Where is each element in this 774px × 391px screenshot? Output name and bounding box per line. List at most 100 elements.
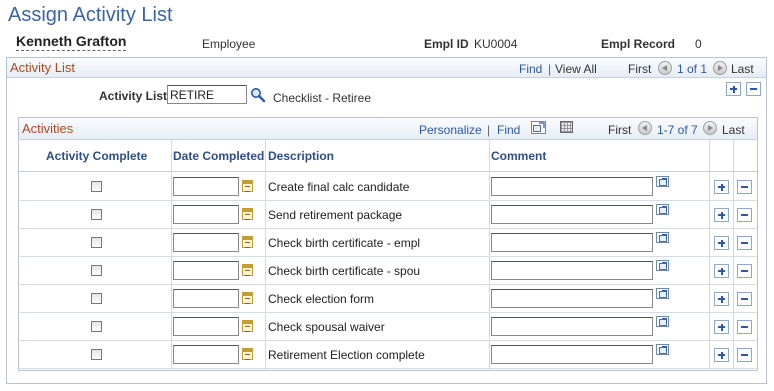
table-row: Check spousal waiver xyxy=(19,313,757,341)
add-row-icon[interactable] xyxy=(714,348,729,362)
activity-list-find-link[interactable]: Find xyxy=(519,62,542,76)
employee-role: Employee xyxy=(202,37,256,51)
activity-list-header-bar: Activity List Find | View All First 1 of… xyxy=(7,58,766,78)
date-completed-input[interactable] xyxy=(173,233,239,252)
comment-input[interactable] xyxy=(491,289,653,308)
magnifier-icon[interactable] xyxy=(250,87,266,103)
expand-comment-icon[interactable] xyxy=(656,316,669,327)
col-header-activity-complete: Activity Complete xyxy=(46,149,148,163)
table-row: Send retirement package xyxy=(19,201,757,229)
calendar-icon[interactable] xyxy=(242,292,253,304)
employee-name: Kenneth Grafton xyxy=(16,33,127,51)
activity-complete-checkbox[interactable] xyxy=(91,209,102,220)
delete-row-icon[interactable] xyxy=(737,180,752,194)
expand-comment-icon[interactable] xyxy=(656,260,669,271)
delete-row-icon[interactable] xyxy=(737,292,752,306)
activity-description: Check birth certificate - spou xyxy=(268,264,421,278)
table-row: Retirement Election complete xyxy=(19,341,757,369)
date-completed-input[interactable] xyxy=(173,261,239,280)
activity-list-last: Last xyxy=(731,62,754,76)
comment-input[interactable] xyxy=(491,205,653,224)
activity-description: Send retirement package xyxy=(268,208,403,222)
expand-comment-icon[interactable] xyxy=(656,232,669,243)
comment-input[interactable] xyxy=(491,261,653,280)
add-row-icon[interactable] xyxy=(714,180,729,194)
date-completed-input[interactable] xyxy=(173,345,239,364)
add-row-icon[interactable] xyxy=(714,264,729,278)
delete-row-icon[interactable] xyxy=(737,320,752,334)
activity-description: Create final calc candidate xyxy=(268,180,410,194)
activity-list-input[interactable] xyxy=(167,85,247,104)
table-row: Check election form xyxy=(19,285,757,313)
activity-complete-checkbox[interactable] xyxy=(91,349,102,360)
expand-comment-icon[interactable] xyxy=(656,288,669,299)
date-completed-input[interactable] xyxy=(173,289,239,308)
grid-icon[interactable] xyxy=(560,121,573,133)
delete-row-icon[interactable] xyxy=(737,208,752,222)
previous-row-icon xyxy=(638,121,652,135)
calendar-icon[interactable] xyxy=(242,236,253,248)
activities-grid: Activities Personalize | Find First 1-7 … xyxy=(18,117,758,371)
activity-list-description: Checklist - Retiree xyxy=(273,91,372,105)
activity-list-count: 1 of 1 xyxy=(677,62,708,76)
expand-comment-icon[interactable] xyxy=(656,344,669,355)
date-completed-input[interactable] xyxy=(173,317,239,336)
activity-complete-checkbox[interactable] xyxy=(91,181,102,192)
activities-find-link[interactable]: Find xyxy=(497,123,520,137)
expand-comment-icon[interactable] xyxy=(656,176,669,187)
date-completed-input[interactable] xyxy=(173,205,239,224)
activity-description: Check birth certificate - empl xyxy=(268,236,421,250)
calendar-icon[interactable] xyxy=(242,348,253,360)
calendar-icon[interactable] xyxy=(242,208,253,220)
date-completed-input[interactable] xyxy=(173,177,239,196)
next-row-icon xyxy=(713,61,727,75)
comment-input[interactable] xyxy=(491,233,653,252)
activity-description: Check election form xyxy=(268,292,375,306)
table-row: Check birth certificate - empl xyxy=(19,229,757,257)
add-row-icon[interactable] xyxy=(714,208,729,222)
table-row: Create final calc candidate xyxy=(19,173,757,201)
activities-title: Activities xyxy=(22,121,74,136)
activities-first: First xyxy=(608,123,632,137)
previous-row-icon xyxy=(658,61,672,75)
delete-row-icon[interactable] xyxy=(746,82,761,96)
comment-input[interactable] xyxy=(491,177,653,196)
nav-separator: | xyxy=(487,123,491,137)
activities-last: Last xyxy=(722,123,745,137)
personalize-link[interactable]: Personalize xyxy=(419,123,482,137)
table-row: Check birth certificate - spou xyxy=(19,257,757,285)
activity-list-view-all: View All xyxy=(555,62,597,76)
activity-complete-checkbox[interactable] xyxy=(91,237,102,248)
col-header-comment: Comment xyxy=(491,149,547,163)
zoom-icon[interactable] xyxy=(531,121,546,134)
activities-header-bar: Activities Personalize | Find First 1-7 … xyxy=(19,118,757,140)
delete-row-icon[interactable] xyxy=(737,236,752,250)
comment-input[interactable] xyxy=(491,317,653,336)
activity-complete-checkbox[interactable] xyxy=(91,293,102,304)
page-title: Assign Activity List xyxy=(8,4,173,26)
next-row-icon xyxy=(703,121,717,135)
col-header-description: Description xyxy=(268,149,335,163)
add-row-icon[interactable] xyxy=(726,82,741,96)
activities-count: 1-7 of 7 xyxy=(657,123,698,137)
column-header-row: Activity Complete Date Completed Descrip… xyxy=(19,140,757,172)
calendar-icon[interactable] xyxy=(242,264,253,276)
calendar-icon[interactable] xyxy=(242,180,253,192)
activity-list-title: Activity List xyxy=(10,60,76,75)
activity-list-first: First xyxy=(628,62,652,76)
empl-id-value: KU0004 xyxy=(474,37,518,51)
delete-row-icon[interactable] xyxy=(737,348,752,362)
expand-comment-icon[interactable] xyxy=(656,204,669,215)
empl-record-label: Empl Record xyxy=(601,37,676,51)
activity-description: Retirement Election complete xyxy=(268,348,425,362)
calendar-icon[interactable] xyxy=(242,320,253,332)
activity-list-field-label: Activity List xyxy=(99,89,168,103)
add-row-icon[interactable] xyxy=(714,292,729,306)
add-row-icon[interactable] xyxy=(714,236,729,250)
activity-complete-checkbox[interactable] xyxy=(91,265,102,276)
activity-complete-checkbox[interactable] xyxy=(91,321,102,332)
add-row-icon[interactable] xyxy=(714,320,729,334)
comment-input[interactable] xyxy=(491,345,653,364)
empl-record-value: 0 xyxy=(695,37,702,51)
delete-row-icon[interactable] xyxy=(737,264,752,278)
